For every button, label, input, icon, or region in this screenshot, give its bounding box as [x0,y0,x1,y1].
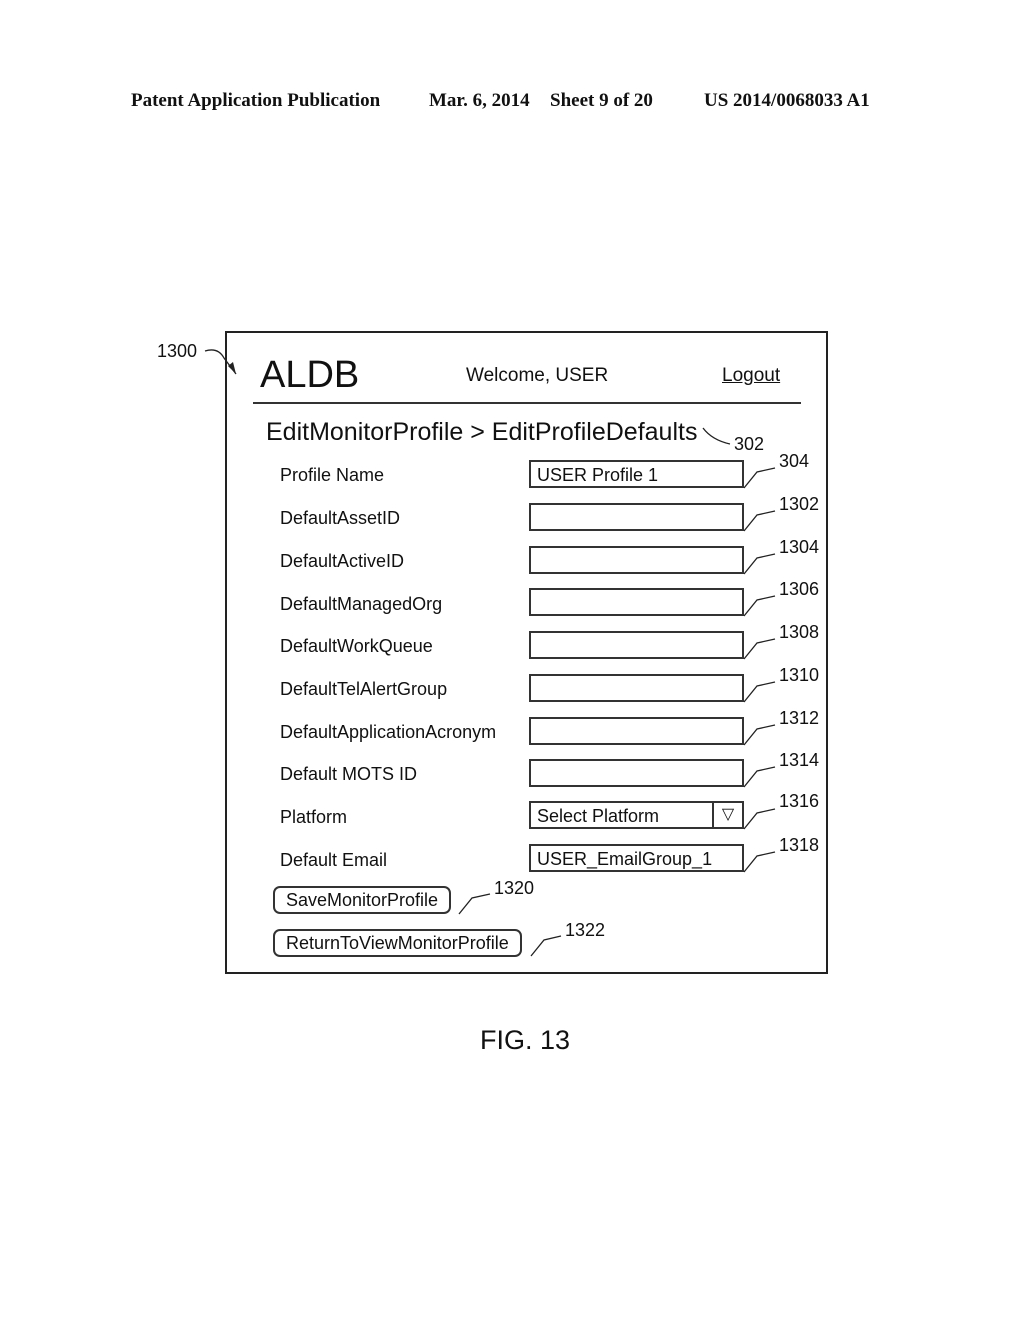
label-default-tel-alert-group: DefaultTelAlertGroup [280,679,448,699]
label-default-active-id: DefaultActiveID [280,551,405,571]
figure-caption: FIG. 13 [480,1025,571,1055]
return-to-view-monitor-profile-button[interactable]: ReturnToViewMonitorProfile [273,929,522,957]
ref-302: 302 [734,434,765,454]
ref-1306: 1306 [779,579,820,599]
default-email-input[interactable]: USER_EmailGroup_1 [529,844,744,872]
logout-link[interactable]: Logout [722,365,780,387]
publication-date: Mar. 6, 2014 [429,90,530,111]
label-platform: Platform [280,807,348,827]
platform-select-value: Select Platform [537,806,660,826]
default-active-id-input[interactable] [529,546,744,574]
default-work-queue-input[interactable] [529,631,744,659]
platform-select[interactable]: Select Platform ▽ [529,801,744,829]
ref-1318: 1318 [779,835,820,855]
welcome-text: Welcome, USER [466,365,609,386]
sheet-number: Sheet 9 of 20 [550,90,653,111]
ref-1310: 1310 [779,665,820,685]
label-default-email: Default Email [280,850,388,870]
ref-1304: 1304 [779,537,820,557]
default-asset-id-input[interactable] [529,503,744,531]
figure-ref-1300: 1300 [157,341,198,361]
ref-1302: 1302 [779,494,820,514]
ref-1312: 1312 [779,708,820,728]
label-default-mots-id: Default MOTS ID [280,764,418,784]
label-profile-name: Profile Name [280,465,385,485]
ref-1316: 1316 [779,791,820,811]
ref-1308: 1308 [779,622,820,642]
default-application-acronym-input[interactable] [529,717,744,745]
save-monitor-profile-button[interactable]: SaveMonitorProfile [273,886,452,914]
label-default-application-acronym: DefaultApplicationAcronym [280,722,497,742]
publication-type: Patent Application Publication [131,90,381,111]
breadcrumb: EditMonitorProfile > EditProfileDefaults [266,418,698,446]
default-tel-alert-group-input[interactable] [529,674,744,702]
header-divider [253,402,801,404]
label-default-managed-org: DefaultManagedOrg [280,594,443,614]
label-default-work-queue: DefaultWorkQueue [280,636,433,656]
patent-number: US 2014/0068033 A1 [704,90,870,111]
default-mots-id-input[interactable] [529,759,744,787]
ref-1314: 1314 [779,750,820,770]
ref-304: 304 [779,451,810,471]
profile-name-input[interactable]: USER Profile 1 [529,460,744,488]
label-default-asset-id: DefaultAssetID [280,508,401,528]
default-managed-org-input[interactable] [529,588,744,616]
triangle-down-icon[interactable]: ▽ [712,803,742,827]
ref-1322: 1322 [565,920,606,940]
ref-1320: 1320 [494,878,535,898]
app-title: ALDB [260,354,360,396]
